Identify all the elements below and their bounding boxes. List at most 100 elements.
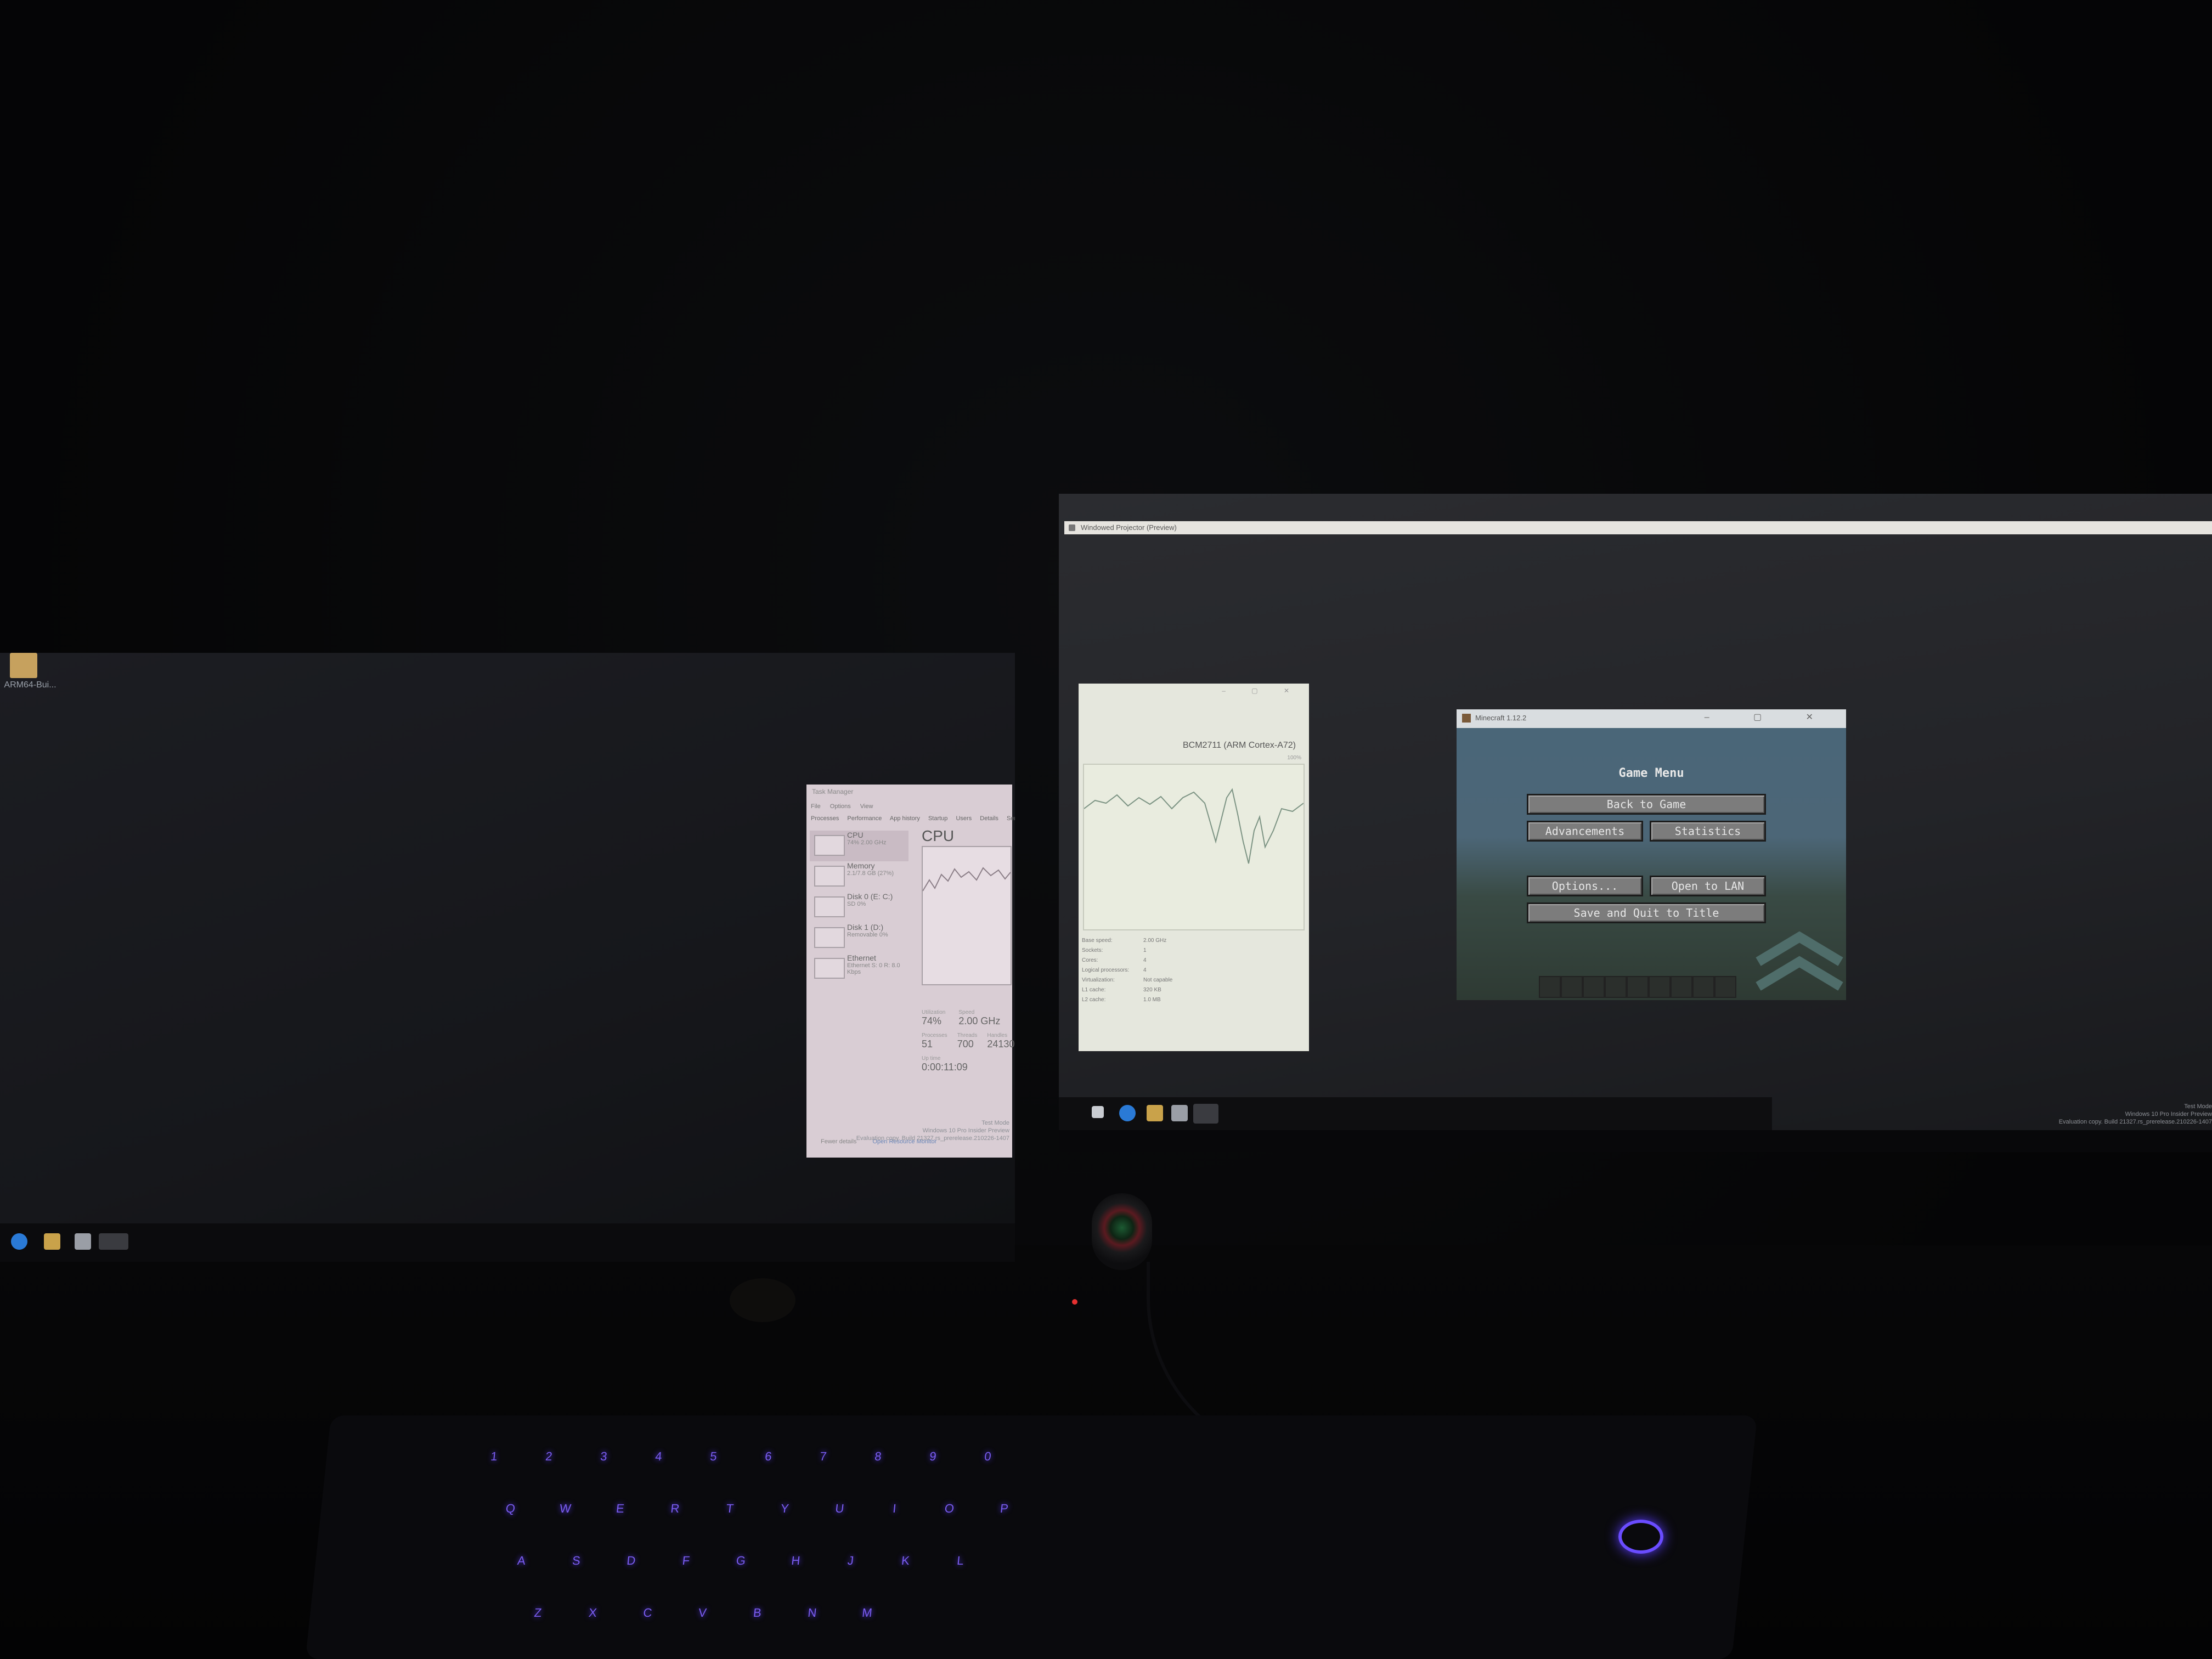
keyboard-key[interactable]: 6 xyxy=(742,1437,795,1476)
hotbar-slot xyxy=(1627,976,1649,998)
left-monitor-screen: ARM64-Bui... Task Manager File Options V… xyxy=(0,653,1015,1229)
keyboard-key[interactable]: N xyxy=(786,1594,839,1632)
keyboard-key[interactable]: 9 xyxy=(906,1437,960,1476)
keyboard-key[interactable]: J xyxy=(824,1542,877,1580)
keyboard-key[interactable]: R xyxy=(648,1489,702,1528)
keyboard-key[interactable]: M xyxy=(840,1594,894,1632)
keyboard-key[interactable]: I xyxy=(868,1489,921,1528)
sidebar-item-cpu[interactable]: CPU 74% 2.00 GHz xyxy=(810,831,909,861)
speed-value: 2.00 GHz xyxy=(958,1015,1001,1026)
keyboard-key[interactable]: 2 xyxy=(522,1437,575,1476)
menu-view[interactable]: View xyxy=(860,803,873,810)
task-manager-title: Task Manager xyxy=(812,788,854,795)
keyboard-key[interactable]: S xyxy=(550,1542,603,1580)
keyboard-key[interactable]: 0 xyxy=(961,1437,1014,1476)
menu-file[interactable]: File xyxy=(811,803,821,810)
minecraft-window: Minecraft 1.12.2 – ▢ ✕ Game Menu Back to… xyxy=(1457,709,1846,1000)
disk0-sparkline-icon xyxy=(814,896,845,917)
keyboard-key[interactable]: K xyxy=(879,1542,932,1580)
desktop-icon-label[interactable]: ARM64-Bui... xyxy=(0,680,60,690)
cpu-sparkline-icon xyxy=(814,835,845,856)
keyboard-key[interactable]: H xyxy=(769,1542,822,1580)
sidebar-item-disk1[interactable]: Disk 1 (D:) Removable 0% xyxy=(810,923,909,953)
active-app-icon[interactable] xyxy=(1193,1104,1218,1124)
open-to-lan-button[interactable]: Open to LAN xyxy=(1650,876,1766,896)
file-explorer-icon[interactable] xyxy=(1147,1105,1163,1121)
keyboard-key[interactable]: 3 xyxy=(577,1437,630,1476)
keyboard-key[interactable]: Q xyxy=(484,1489,537,1528)
tab-details[interactable]: Details xyxy=(980,815,998,822)
sidebar-item-memory[interactable]: Memory 2.1/7.8 GB (27%) xyxy=(810,861,909,892)
sidebar-item-ethernet[interactable]: Ethernet Ethernet S: 0 R: 8.0 Kbps xyxy=(810,953,909,984)
hotbar-slot xyxy=(1649,976,1671,998)
uptime-value: 0:00:11:09 xyxy=(922,1062,968,1073)
performance-sidebar: CPU 74% 2.00 GHz Memory 2.1/7.8 GB (27%) D… xyxy=(810,831,909,984)
right-monitor-screen: Windowed Projector (Preview) – ▢ ✕ BCM27… xyxy=(1059,494,2212,1130)
task-manager-menu: File Options View xyxy=(811,803,881,810)
statistics-button[interactable]: Statistics xyxy=(1650,821,1766,842)
tab-app-history[interactable]: App history xyxy=(890,815,920,822)
tab-processes[interactable]: Processes xyxy=(811,815,839,822)
hotbar-slot xyxy=(1605,976,1627,998)
desktop-file-icon[interactable] xyxy=(10,653,37,678)
window-controls[interactable]: – ▢ ✕ xyxy=(1705,712,1834,723)
keyboard-key[interactable]: O xyxy=(923,1489,976,1528)
right-taskbar xyxy=(1059,1097,1772,1130)
windows-watermark-right: Test Mode Windows 10 Pro Insider Preview… xyxy=(2058,1103,2212,1125)
tab-startup[interactable]: Startup xyxy=(928,815,947,822)
keyboard-key[interactable]: X xyxy=(566,1594,619,1632)
save-and-quit-button[interactable]: Save and Quit to Title xyxy=(1527,902,1766,923)
keyboard-key[interactable]: F xyxy=(659,1542,713,1580)
keyboard-key[interactable]: L xyxy=(934,1542,987,1580)
cpu-panel-title: CPU xyxy=(922,827,955,844)
keyboard-key[interactable]: 1 xyxy=(467,1437,521,1476)
sidebar-item-disk0[interactable]: Disk 0 (E: C:) SD 0% xyxy=(810,892,909,923)
keyboard-key[interactable]: B xyxy=(731,1594,784,1632)
keyboard-key[interactable]: E xyxy=(594,1489,647,1528)
edge-icon[interactable] xyxy=(11,1233,27,1250)
active-app-icon[interactable] xyxy=(99,1233,128,1250)
hotbar-slot xyxy=(1561,976,1583,998)
back-to-game-button[interactable]: Back to Game xyxy=(1527,794,1766,815)
keyboard-key[interactable]: D xyxy=(605,1542,658,1580)
keyboard-key[interactable]: Z xyxy=(511,1594,565,1632)
start-icon[interactable] xyxy=(1092,1106,1104,1118)
keyboard-key[interactable]: P xyxy=(978,1489,1031,1528)
keyboard-key[interactable]: 7 xyxy=(797,1437,850,1476)
advancements-button[interactable]: Advancements xyxy=(1527,821,1643,842)
keyboard-key[interactable]: V xyxy=(676,1594,729,1632)
app-icon[interactable] xyxy=(75,1233,91,1250)
tab-performance[interactable]: Performance xyxy=(847,815,882,822)
task-manager-tabs: Processes Performance App history Startu… xyxy=(811,815,1015,822)
minecraft-icon xyxy=(1462,714,1471,723)
keyboard-key[interactable]: 5 xyxy=(687,1437,740,1476)
app-icon[interactable] xyxy=(1171,1105,1188,1121)
keyboard-key[interactable]: 4 xyxy=(632,1437,685,1476)
projector-title: Windowed Projector (Preview) xyxy=(1081,523,1177,532)
keyboard-key[interactable]: A xyxy=(495,1542,548,1580)
backlit-keyboard: 1234567890 QWERTYUIOP ASDFGHJKL ZXCVBNM xyxy=(305,1415,1758,1659)
hotbar-slot xyxy=(1671,976,1692,998)
window-controls[interactable]: – ▢ ✕ xyxy=(1222,687,1301,695)
keyboard-key[interactable]: C xyxy=(621,1594,674,1632)
hotbar-slot xyxy=(1583,976,1605,998)
keyboard-key[interactable]: Y xyxy=(758,1489,811,1528)
keyboard-key[interactable]: G xyxy=(714,1542,768,1580)
edge-icon[interactable] xyxy=(1119,1105,1136,1121)
tab-services[interactable]: Services xyxy=(1007,815,1015,822)
keyboard-key[interactable]: T xyxy=(703,1489,757,1528)
left-monitor: ARM64-Bui... Task Manager File Options V… xyxy=(0,653,1015,1262)
tab-users[interactable]: Users xyxy=(956,815,972,822)
graph-max-label: 100% xyxy=(1287,755,1301,761)
keyboard-key[interactable]: 8 xyxy=(851,1437,905,1476)
projector-titlebar[interactable]: Windowed Projector (Preview) xyxy=(1064,521,2212,534)
menu-options[interactable]: Options xyxy=(830,803,851,810)
keyboard-key[interactable]: U xyxy=(813,1489,866,1528)
file-explorer-icon[interactable] xyxy=(44,1233,60,1250)
processes-value: 51 xyxy=(922,1039,933,1049)
options-button[interactable]: Options... xyxy=(1527,876,1643,896)
keyboard-key[interactable]: W xyxy=(539,1489,592,1528)
chevron-up-icon xyxy=(1756,931,1843,991)
projector-app-icon xyxy=(1069,524,1075,531)
minecraft-titlebar[interactable]: Minecraft 1.12.2 – ▢ ✕ xyxy=(1457,709,1846,728)
